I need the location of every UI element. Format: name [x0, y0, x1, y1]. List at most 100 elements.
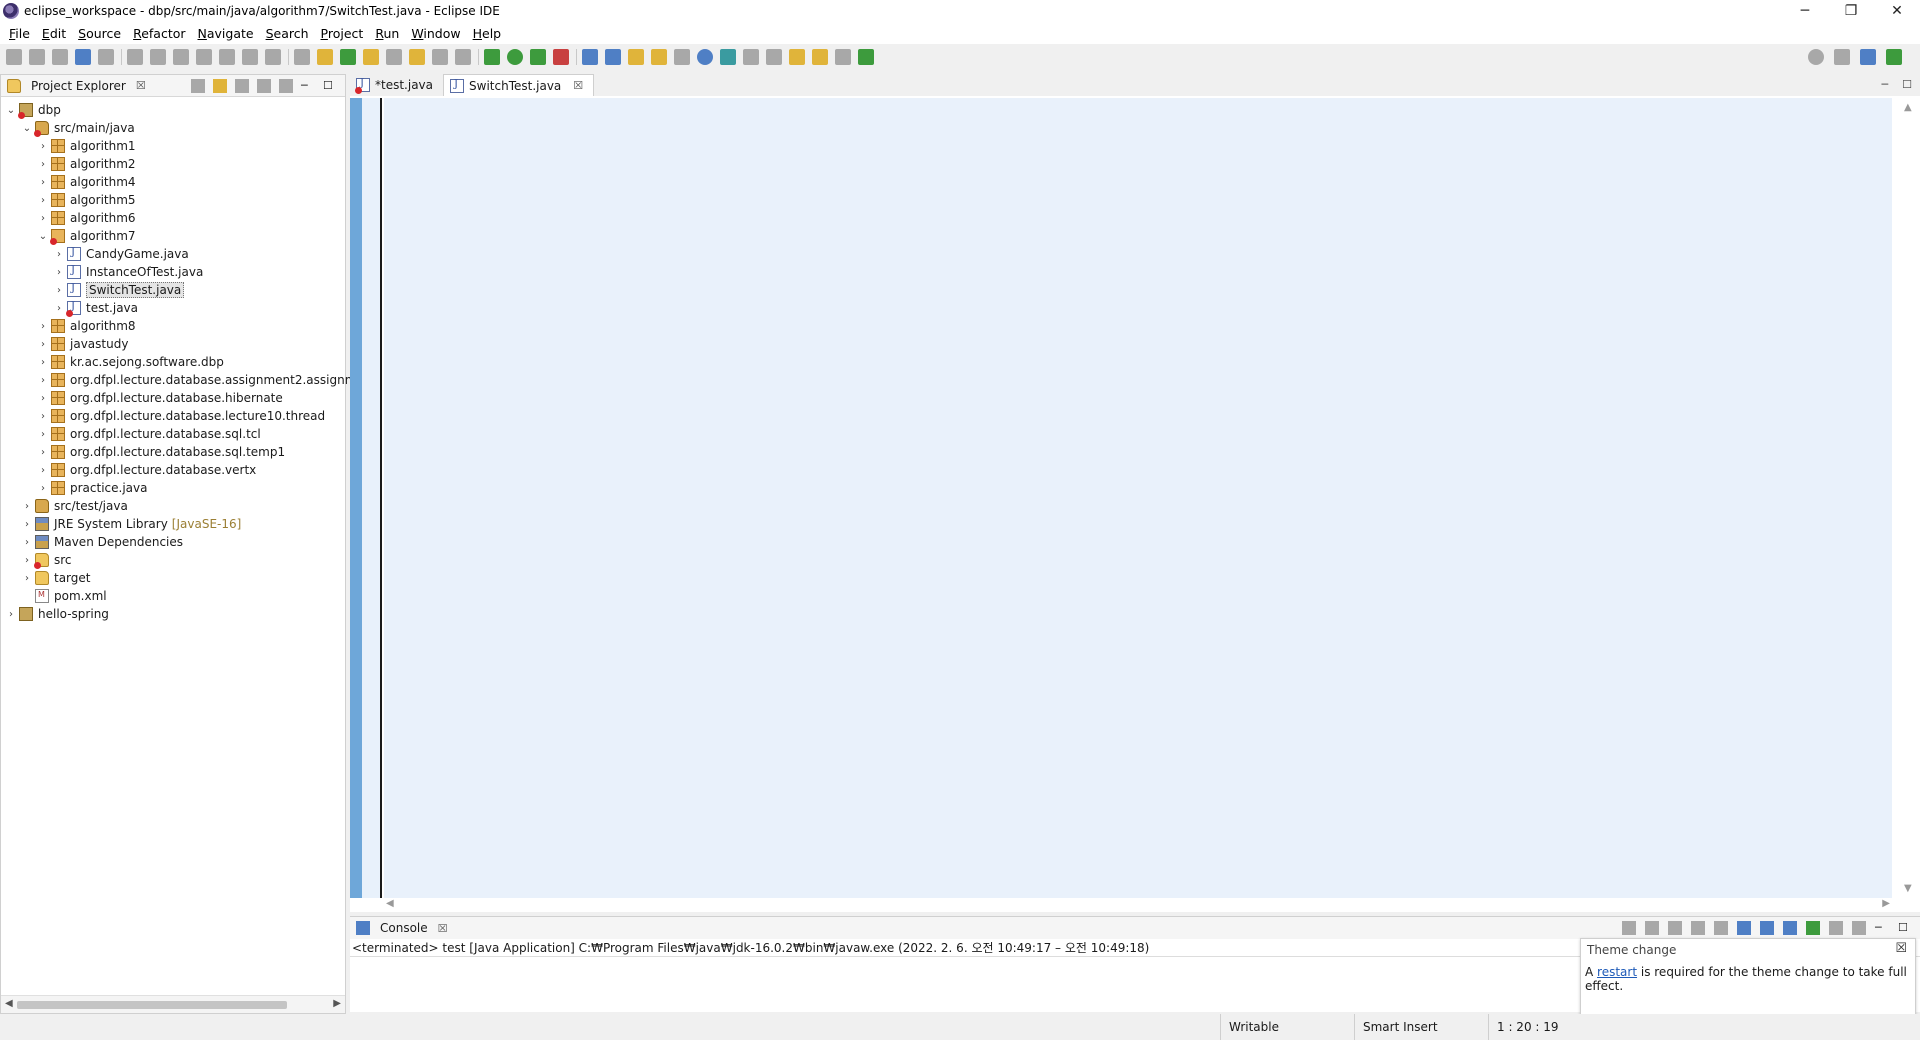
tree-item[interactable]: › org.dfpl.lecture.database.sql.temp1 — [37, 443, 285, 461]
chevron-right-icon[interactable]: › — [21, 519, 33, 530]
open-type-icon[interactable] — [317, 49, 333, 65]
scrollbar-thumb[interactable] — [17, 1001, 287, 1009]
tree-item[interactable]: › org.dfpl.lecture.database.hibernate — [37, 389, 283, 407]
next-annotation-icon[interactable] — [743, 49, 759, 65]
debug-perspective-icon[interactable] — [1886, 49, 1902, 65]
close-window-button[interactable]: ✕ — [1874, 0, 1920, 22]
tree-item[interactable]: › practice.java — [37, 479, 147, 497]
chevron-right-icon[interactable]: › — [37, 213, 49, 224]
tree-item[interactable]: › test.java — [53, 299, 138, 317]
external-tools-icon[interactable] — [553, 49, 569, 65]
scroll-up-icon[interactable]: ▲ — [1904, 102, 1912, 113]
pin-console-icon[interactable] — [1806, 921, 1820, 935]
scroll-lock-icon[interactable] — [1714, 921, 1728, 935]
tree-item[interactable]: ⌄ algorithm7 — [37, 227, 136, 245]
chevron-right-icon[interactable]: › — [21, 501, 33, 512]
chevron-down-icon[interactable]: ⌄ — [37, 231, 49, 242]
horizontal-scrollbar[interactable]: ◀ ▶ — [1, 995, 345, 1013]
new-java-project-icon[interactable] — [340, 49, 356, 65]
tree-item[interactable]: ⌄ dbp — [5, 101, 61, 119]
chevron-right-icon[interactable]: › — [37, 429, 49, 440]
menu-project[interactable]: Project — [315, 26, 370, 41]
new-icon[interactable] — [6, 49, 22, 65]
tree-item[interactable]: › algorithm2 — [37, 155, 136, 173]
editor-vertical-scrollbar[interactable]: ▲ ▼ — [1898, 98, 1920, 898]
toggle-breadcrumb-icon[interactable] — [432, 49, 448, 65]
save-all-icon[interactable] — [52, 49, 68, 65]
remove-launch-icon[interactable] — [1645, 921, 1659, 935]
new-web-project-icon[interactable] — [605, 49, 621, 65]
new-server-icon[interactable] — [582, 49, 598, 65]
forward-icon[interactable] — [835, 49, 851, 65]
chevron-right-icon[interactable]: › — [21, 537, 33, 548]
chevron-right-icon[interactable]: › — [53, 285, 65, 296]
scroll-right-icon[interactable]: ▶ — [333, 998, 341, 1009]
open-file-icon[interactable] — [628, 49, 644, 65]
chevron-right-icon[interactable]: › — [37, 375, 49, 386]
minimize-button[interactable]: ─ — [1782, 0, 1828, 22]
restart-link[interactable]: restart — [1597, 965, 1637, 979]
restore-button[interactable]: ❐ — [1828, 0, 1874, 22]
tree-item[interactable]: › org.dfpl.lecture.database.assignment2.a… — [37, 371, 384, 389]
chevron-right-icon[interactable]: › — [53, 267, 65, 278]
menu-edit[interactable]: Edit — [36, 26, 72, 41]
terminate-icon[interactable] — [1622, 921, 1636, 935]
resume-icon[interactable] — [127, 49, 143, 65]
filter-icon[interactable] — [235, 79, 249, 93]
tree-item[interactable]: › Maven Dependencies — [21, 533, 183, 551]
step-over-icon[interactable] — [242, 49, 258, 65]
save-icon[interactable] — [29, 49, 45, 65]
close-notification-icon[interactable]: ☒ — [1895, 941, 1907, 956]
chevron-right-icon[interactable]: › — [37, 483, 49, 494]
close-icon[interactable]: ☒ — [136, 79, 146, 92]
maximize-editor-icon[interactable]: ☐ — [1902, 78, 1912, 91]
project-explorer-title[interactable]: Project Explorer — [31, 79, 126, 93]
show-console-error-icon[interactable] — [1783, 921, 1797, 935]
console-title[interactable]: Console — [380, 921, 428, 935]
annotation-icon[interactable] — [720, 49, 736, 65]
tree-item[interactable]: › CandyGame.java — [53, 245, 189, 263]
display-console-icon[interactable] — [1829, 921, 1843, 935]
menu-navigate[interactable]: Navigate — [192, 26, 260, 41]
step-return-icon[interactable] — [265, 49, 281, 65]
link-with-editor-icon[interactable] — [213, 79, 227, 93]
show-whitespace-icon[interactable] — [455, 49, 471, 65]
tree-item[interactable]: › src/test/java — [21, 497, 128, 515]
chevron-down-icon[interactable]: ⌄ — [5, 105, 17, 116]
chevron-right-icon[interactable]: › — [53, 249, 65, 260]
open-task-icon[interactable] — [409, 49, 425, 65]
scroll-left-icon[interactable]: ◀ — [5, 998, 13, 1009]
disconnect-icon[interactable] — [196, 49, 212, 65]
code-editor[interactable] — [384, 98, 1892, 898]
menu-search[interactable]: Search — [260, 26, 315, 41]
tree-item[interactable]: ⌄ src/main/java — [21, 119, 135, 137]
minimize-editor-icon[interactable]: ─ — [1882, 78, 1889, 91]
menu-window[interactable]: Window — [405, 26, 466, 41]
tree-item[interactable]: › kr.ac.sejong.software.dbp — [37, 353, 224, 371]
tab-switchtest-java[interactable]: SwitchTest.java ☒ — [443, 74, 595, 96]
search-icon[interactable] — [1808, 49, 1824, 65]
globe-icon[interactable] — [697, 49, 713, 65]
tree-item[interactable]: › algorithm5 — [37, 191, 136, 209]
minimize-console-icon[interactable]: ─ — [1875, 921, 1889, 935]
close-icon[interactable]: ☒ — [438, 922, 448, 935]
use-step-filters-icon[interactable] — [294, 49, 310, 65]
scroll-down-icon[interactable]: ▼ — [1904, 883, 1912, 894]
java-perspective-icon[interactable] — [1860, 49, 1876, 65]
word-wrap-icon[interactable] — [1737, 921, 1751, 935]
close-tab-icon[interactable]: ☒ — [573, 79, 583, 92]
suspend-icon[interactable] — [150, 49, 166, 65]
tree-item[interactable]: › src — [21, 551, 72, 569]
chevron-right-icon[interactable]: › — [37, 159, 49, 170]
tree-item[interactable]: › JRE System Library [JavaSE-16] — [21, 515, 241, 533]
debug-icon[interactable] — [484, 49, 500, 65]
chevron-right-icon[interactable]: › — [37, 339, 49, 350]
chevron-right-icon[interactable]: › — [21, 573, 33, 584]
tree-item[interactable]: › hello-spring — [5, 605, 109, 623]
tree-item[interactable]: › org.dfpl.lecture.database.lecture10.thr… — [37, 407, 325, 425]
editor-horizontal-scrollbar[interactable]: ◀ ▶ — [384, 898, 1892, 912]
show-console-output-icon[interactable] — [1760, 921, 1774, 935]
open-folder-icon[interactable] — [651, 49, 667, 65]
tree-item[interactable]: pom.xml — [21, 587, 107, 605]
back-icon[interactable] — [812, 49, 828, 65]
